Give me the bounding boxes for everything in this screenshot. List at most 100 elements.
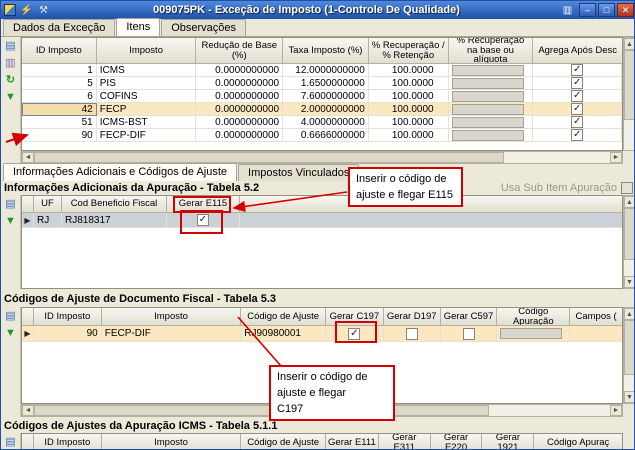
cell-agrega[interactable]: ✓ (533, 103, 622, 116)
cell-id-focused[interactable]: 42 (22, 103, 97, 116)
edit-record-icon[interactable]: ▤ (3, 309, 19, 324)
cell-recuperacao[interactable]: 100.0000 (368, 103, 449, 116)
tab-informacoes-adicionais[interactable]: Informações Adicionais e Códigos de Ajus… (3, 163, 238, 181)
column-header-taxa[interactable]: Taxa Imposto (%) (283, 38, 369, 64)
column-header-gerar-e220[interactable]: Gerar E220 (431, 434, 483, 449)
cell-agrega[interactable]: ✓ (533, 77, 622, 90)
cell-reducao[interactable]: 0.0000000000 (196, 129, 284, 142)
edit-record-icon[interactable]: ▤ (3, 39, 19, 54)
column-header-codigo-ajuste[interactable]: Código de Ajuste (241, 434, 326, 449)
column-header-campos[interactable]: Campos ( (570, 308, 622, 326)
scroll-thumb[interactable] (624, 50, 634, 120)
grid2-vertical-scrollbar[interactable]: ▲ ▼ (623, 195, 634, 289)
cell-agrega[interactable]: ✓ (533, 90, 622, 103)
column-header-id-imposto[interactable]: ID Imposto (34, 434, 102, 449)
cell-imposto[interactable]: FECP (96, 103, 197, 116)
cell-imposto[interactable]: FECP-DIF (101, 326, 242, 342)
cell-imposto[interactable]: FECP-DIF (96, 129, 197, 142)
cell-recuperacao-base[interactable] (448, 103, 534, 116)
column-header-imposto[interactable]: Imposto (101, 308, 242, 326)
cell-id[interactable]: 6 (22, 90, 97, 103)
minimize-button[interactable]: – (579, 3, 596, 17)
column-header-gerar-e311[interactable]: Gerar E311 (379, 434, 431, 449)
cell-taxa[interactable]: 12.0000000000 (283, 64, 369, 77)
cell-agrega[interactable]: ✓ (533, 129, 622, 142)
cell-imposto[interactable]: ICMS-BST (96, 116, 197, 129)
tab-observacoes[interactable]: Observações (161, 19, 247, 36)
column-header-reducao[interactable]: Redução de Base (%) (196, 38, 284, 64)
column-header-imposto[interactable]: Imposto (102, 434, 242, 449)
tab-itens[interactable]: Itens (116, 18, 161, 36)
column-header-uf[interactable]: UF (34, 196, 62, 213)
tab-impostos-vinculados[interactable]: Impostos Vinculados (238, 164, 360, 181)
column-header-id-imposto[interactable]: ID Imposto (33, 308, 102, 326)
cell-recuperacao[interactable]: 100.0000 (368, 90, 449, 103)
form-icon[interactable]: ▥ (560, 3, 575, 17)
cell-id[interactable]: 5 (22, 77, 97, 90)
scroll-thumb[interactable] (34, 152, 504, 163)
cell-recuperacao-base[interactable] (448, 116, 534, 129)
scroll-up-icon[interactable]: ▲ (624, 196, 634, 208)
go-last-record-icon[interactable]: ▼ (3, 90, 19, 105)
cell-codigo-ajuste[interactable]: RJ90980001 (241, 326, 326, 342)
wrench-icon[interactable]: ⚒ (36, 3, 51, 17)
scroll-thumb[interactable] (34, 405, 489, 416)
cell-campos[interactable] (570, 326, 622, 342)
edit-record-icon[interactable]: ▤ (3, 435, 19, 449)
agrega-checkbox[interactable]: ✓ (571, 129, 584, 141)
column-header-recuperacao[interactable]: % Recuperação / % Retenção (368, 38, 449, 64)
cell-reducao[interactable]: 0.0000000000 (196, 116, 284, 129)
cell-taxa[interactable]: 0.6666000000 (283, 129, 369, 142)
cell-codigo-apuracao[interactable] (497, 326, 571, 342)
cell-imposto[interactable]: PIS (96, 77, 197, 90)
cell-id[interactable]: 90 (22, 129, 97, 142)
scroll-up-icon[interactable]: ▲ (624, 38, 634, 50)
cell-imposto[interactable]: ICMS (96, 64, 197, 77)
cell-reducao[interactable]: 0.0000000000 (196, 64, 284, 77)
agrega-checkbox[interactable]: ✓ (571, 64, 584, 76)
cell-recuperacao[interactable]: 100.0000 (368, 116, 449, 129)
scroll-thumb[interactable] (624, 320, 634, 375)
cell-recuperacao[interactable]: 100.0000 (368, 77, 449, 90)
scroll-right-icon[interactable]: ► (610, 405, 622, 416)
scroll-right-icon[interactable]: ► (610, 152, 622, 163)
scroll-up-icon[interactable]: ▲ (624, 308, 634, 320)
column-header-codigo-ajuste[interactable]: Código de Ajuste (241, 308, 326, 326)
cell-reducao[interactable]: 0.0000000000 (196, 90, 284, 103)
go-last-record-icon[interactable]: ▼ (3, 326, 19, 341)
column-header-agrega[interactable]: Agrega Após Desc (533, 38, 623, 64)
scroll-down-icon[interactable]: ▼ (624, 276, 634, 288)
agrega-checkbox[interactable]: ✓ (571, 116, 584, 128)
edit-record-icon[interactable]: ▤ (3, 197, 19, 212)
scroll-left-icon[interactable]: ◄ (22, 152, 34, 163)
cell-uf[interactable]: RJ (34, 213, 62, 228)
cell-imposto[interactable]: COFINS (96, 90, 197, 103)
cell-recuperacao-base[interactable] (448, 77, 534, 90)
go-last-record-icon[interactable]: ▼ (3, 214, 19, 229)
grid3-vertical-scrollbar[interactable]: ▲ ▼ (623, 307, 634, 404)
cell-agrega[interactable]: ✓ (533, 116, 622, 129)
refresh-records-icon[interactable]: ↻ (3, 73, 19, 88)
column-header-gerar-1921[interactable]: Gerar 1921 (482, 434, 535, 449)
column-header-imposto[interactable]: Imposto (96, 38, 197, 64)
cell-taxa[interactable]: 1.6500000000 (283, 77, 369, 90)
close-button[interactable]: ✕ (617, 3, 634, 17)
cell-reducao[interactable]: 0.0000000000 (196, 77, 284, 90)
gerar-c597-checkbox[interactable] (462, 327, 475, 340)
cell-id[interactable]: 1 (22, 64, 97, 77)
agrega-checkbox[interactable]: ✓ (571, 90, 584, 102)
cell-gerar-c597[interactable] (440, 326, 498, 342)
agrega-checkbox[interactable]: ✓ (571, 103, 584, 115)
cell-id[interactable]: 51 (22, 116, 97, 129)
grid1-vertical-scrollbar[interactable]: ▲ (623, 37, 634, 151)
cell-taxa[interactable]: 2.0000000000 (283, 103, 369, 116)
column-header-gerar-d197[interactable]: Gerar D197 (383, 308, 441, 326)
column-header-cod-beneficio[interactable]: Cod Beneficio Fiscal (62, 196, 167, 213)
cell-taxa[interactable]: 4.0000000000 (283, 116, 369, 129)
cell-recuperacao[interactable]: 100.0000 (368, 129, 449, 142)
cell-gerar-d197[interactable] (383, 326, 441, 342)
column-header-recuperacao-base[interactable]: % Recuperação na base ou alíquota (448, 38, 534, 64)
tab-dados-da-excecao[interactable]: Dados da Exceção (3, 19, 116, 36)
maximize-button[interactable]: □ (598, 3, 615, 17)
cell-recuperacao[interactable]: 100.0000 (368, 64, 449, 77)
